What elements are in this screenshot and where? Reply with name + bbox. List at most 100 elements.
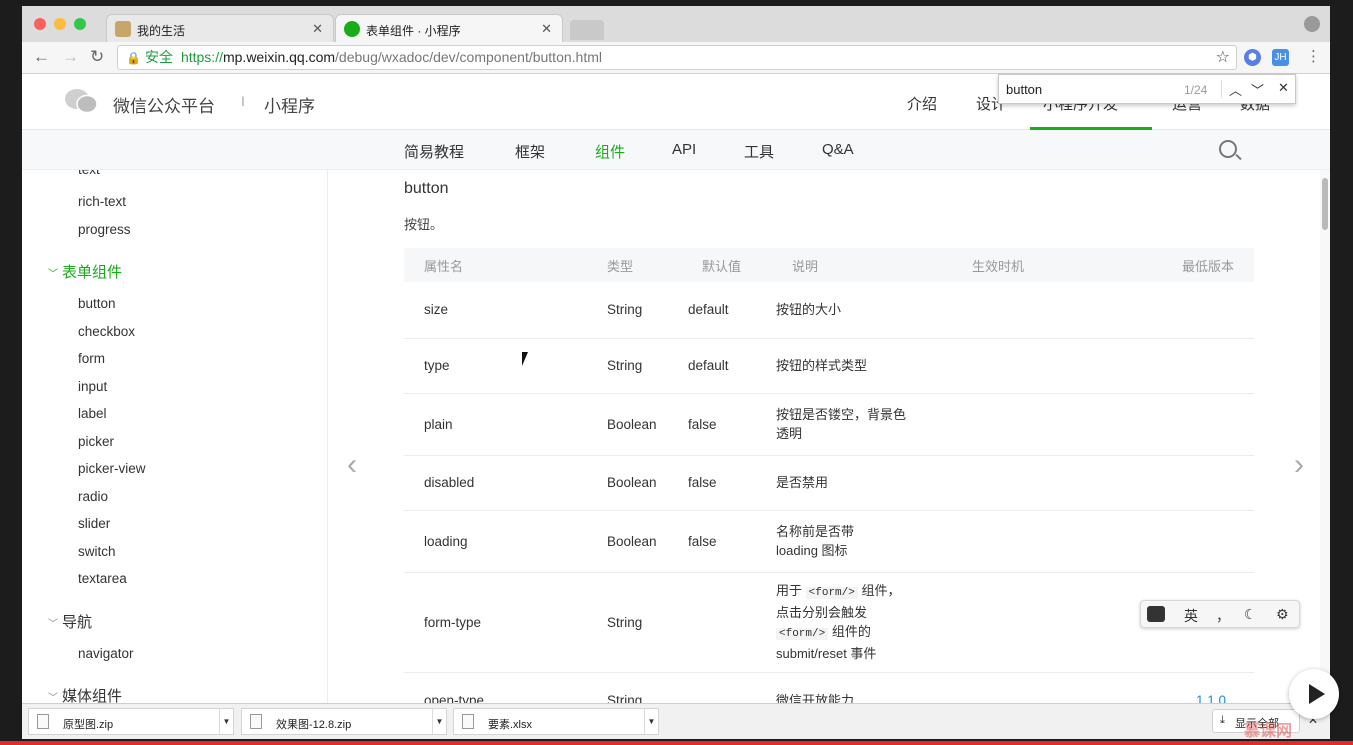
menu-icon[interactable]: ⋮ [1306, 47, 1321, 65]
sidebar-item-navigator[interactable]: navigator [78, 646, 134, 661]
bookmark-star-icon[interactable]: ☆ [1216, 46, 1230, 69]
find-close-icon[interactable]: ✕ [1278, 80, 1289, 96]
subnav-qa[interactable]: Q&A [822, 141, 854, 158]
sidebar-item-progress[interactable]: progress [78, 222, 131, 237]
ime-mode[interactable]: 英 [1184, 606, 1198, 626]
chevron-down-icon[interactable]: ▼ [432, 709, 446, 734]
close-window-button[interactable] [34, 18, 46, 30]
back-arrow-icon[interactable]: ← [33, 47, 50, 67]
find-bar: button 1/24 ︿ ﹀ ✕ [998, 74, 1296, 104]
attr-type: String [587, 282, 682, 339]
sidebar-item-switch[interactable]: switch [78, 544, 116, 559]
sidebar-item-form[interactable]: form [78, 351, 105, 366]
next-page-arrow-icon[interactable]: › [1294, 448, 1304, 482]
topnav-intro[interactable]: 介绍 [907, 93, 937, 114]
sidebar-item-slider[interactable]: slider [78, 516, 110, 531]
chevron-down-icon: ﹀ [48, 693, 58, 703]
download-item[interactable]: 原型图.zip ▼ [28, 708, 234, 735]
profile-icon[interactable] [1304, 16, 1320, 32]
ime-punctuation[interactable]: ， [1216, 606, 1230, 626]
sidebar-item-checkbox[interactable]: checkbox [78, 324, 135, 339]
scrollbar-track[interactable] [1320, 170, 1330, 703]
attr-when [952, 510, 1102, 573]
attr-when [952, 455, 1102, 511]
sidebar-item-text[interactable]: text [78, 170, 100, 177]
attr-default [682, 572, 772, 673]
ime-toolbar: 英 ， ☾ ⚙ [1140, 600, 1300, 628]
download-filename: 原型图.zip [63, 719, 114, 731]
chevron-down-icon[interactable]: ▼ [219, 709, 233, 734]
download-filename: 要素.xlsx [488, 719, 532, 731]
sidebar-item-label[interactable]: label [78, 406, 107, 421]
secure-label: 安全 [144, 49, 173, 65]
address-bar[interactable]: 🔒 安全 https://mp.weixin.qq.com/debug/wxadoc… [117, 45, 1237, 70]
subnav-tutorial[interactable]: 简易教程 [404, 141, 464, 162]
table-row: size String default 按钮的大小 [404, 282, 1254, 339]
file-icon [37, 714, 49, 729]
extension-jh-icon[interactable]: JH [1272, 49, 1289, 66]
attr-version [1102, 455, 1254, 511]
subnav-components[interactable]: 组件 [595, 141, 625, 162]
find-next-icon[interactable]: ﹀ [1251, 80, 1264, 99]
sidebar-item-rich-text[interactable]: rich-text [78, 194, 126, 209]
new-tab-button[interactable] [570, 20, 604, 40]
sidebar-item-textarea[interactable]: textarea [78, 571, 127, 586]
sidebar-group-form[interactable]: ﹀ 表单组件 [48, 261, 122, 282]
video-progress-bar[interactable] [0, 741, 1353, 745]
sidebar-item-button[interactable]: button [78, 296, 116, 311]
attr-version[interactable]: 1.1.0 [1102, 672, 1254, 703]
sidebar-item-radio[interactable]: radio [78, 489, 108, 504]
product-name[interactable]: 小程序 [264, 92, 315, 117]
forward-arrow-icon[interactable]: → [62, 47, 79, 67]
find-input[interactable]: button [1006, 82, 1042, 97]
subnav-tools[interactable]: 工具 [744, 141, 774, 162]
page-description: 按钮。 [404, 217, 444, 232]
download-item[interactable]: 要素.xlsx ▼ [453, 708, 659, 735]
subnav-api[interactable]: API [672, 141, 696, 158]
play-button[interactable] [1289, 669, 1339, 719]
find-divider [1221, 80, 1222, 98]
zoom-window-button[interactable] [74, 18, 86, 30]
close-tab-icon[interactable]: ✕ [312, 21, 323, 37]
chevron-down-icon[interactable]: ▼ [644, 709, 658, 734]
reload-icon[interactable]: ↻ [90, 47, 104, 67]
moon-icon[interactable]: ☾ [1244, 606, 1257, 623]
previous-page-arrow-icon[interactable]: ‹ [347, 448, 357, 482]
attr-version [1102, 282, 1254, 339]
find-previous-icon[interactable]: ︿ [1229, 80, 1242, 99]
sidebar: text rich-text progress ﹀ 表单组件 button che… [22, 170, 328, 703]
table-row: open-type String 微信开放能力 1.1.0 [404, 672, 1254, 703]
close-tab-icon[interactable]: ✕ [541, 21, 552, 37]
minimize-window-button[interactable] [54, 18, 66, 30]
ime-logo-icon[interactable] [1147, 606, 1165, 622]
search-icon[interactable] [1219, 140, 1237, 158]
attr-default: false [682, 510, 772, 573]
sidebar-item-picker[interactable]: picker [78, 434, 114, 449]
sidebar-group-navigation[interactable]: ﹀ 导航 [48, 611, 92, 632]
sidebar-item-input[interactable]: input [78, 379, 107, 394]
sidebar-group-media[interactable]: ﹀ 媒体组件 [48, 685, 122, 703]
download-item[interactable]: 效果图-12.8.zip ▼ [241, 708, 447, 735]
mouse-cursor-icon [522, 352, 534, 366]
url-host: mp.weixin.qq.com [222, 49, 336, 65]
attr-type: String [587, 338, 682, 394]
attr-type: Boolean [587, 455, 682, 511]
attr-type: Boolean [587, 393, 682, 456]
subnav-framework[interactable]: 框架 [515, 141, 545, 162]
sidebar-group-label: 导航 [62, 614, 93, 631]
attribute-table: 属性名 类型 默认值 说明 生效时机 最低版本 size String defa… [404, 248, 1254, 703]
tab-my-life[interactable]: 我的生活 ✕ [106, 14, 334, 42]
downloads-bar: 原型图.zip ▼ 效果图-12.8.zip ▼ 要素.xlsx ▼ [22, 703, 1330, 739]
attr-default: default [682, 338, 772, 394]
table-row: disabled Boolean false 是否禁用 [404, 455, 1254, 511]
table-header-row: 属性名 类型 默认值 说明 生效时机 最低版本 [404, 248, 1254, 282]
extension-shield-icon[interactable]: ⬢ [1244, 49, 1261, 66]
attr-type: String [587, 572, 682, 673]
brand-name[interactable]: 微信公众平台 [113, 92, 215, 117]
sidebar-group-label: 表单组件 [62, 264, 123, 281]
sub-navigation: 简易教程 框架 组件 API 工具 Q&A [22, 130, 1330, 170]
tab-form-components[interactable]: 表单组件 · 小程序 ✕ [335, 14, 563, 42]
gear-icon[interactable]: ⚙ [1276, 606, 1289, 623]
sidebar-item-picker-view[interactable]: picker-view [78, 461, 146, 476]
scrollbar-thumb[interactable] [1322, 178, 1328, 230]
